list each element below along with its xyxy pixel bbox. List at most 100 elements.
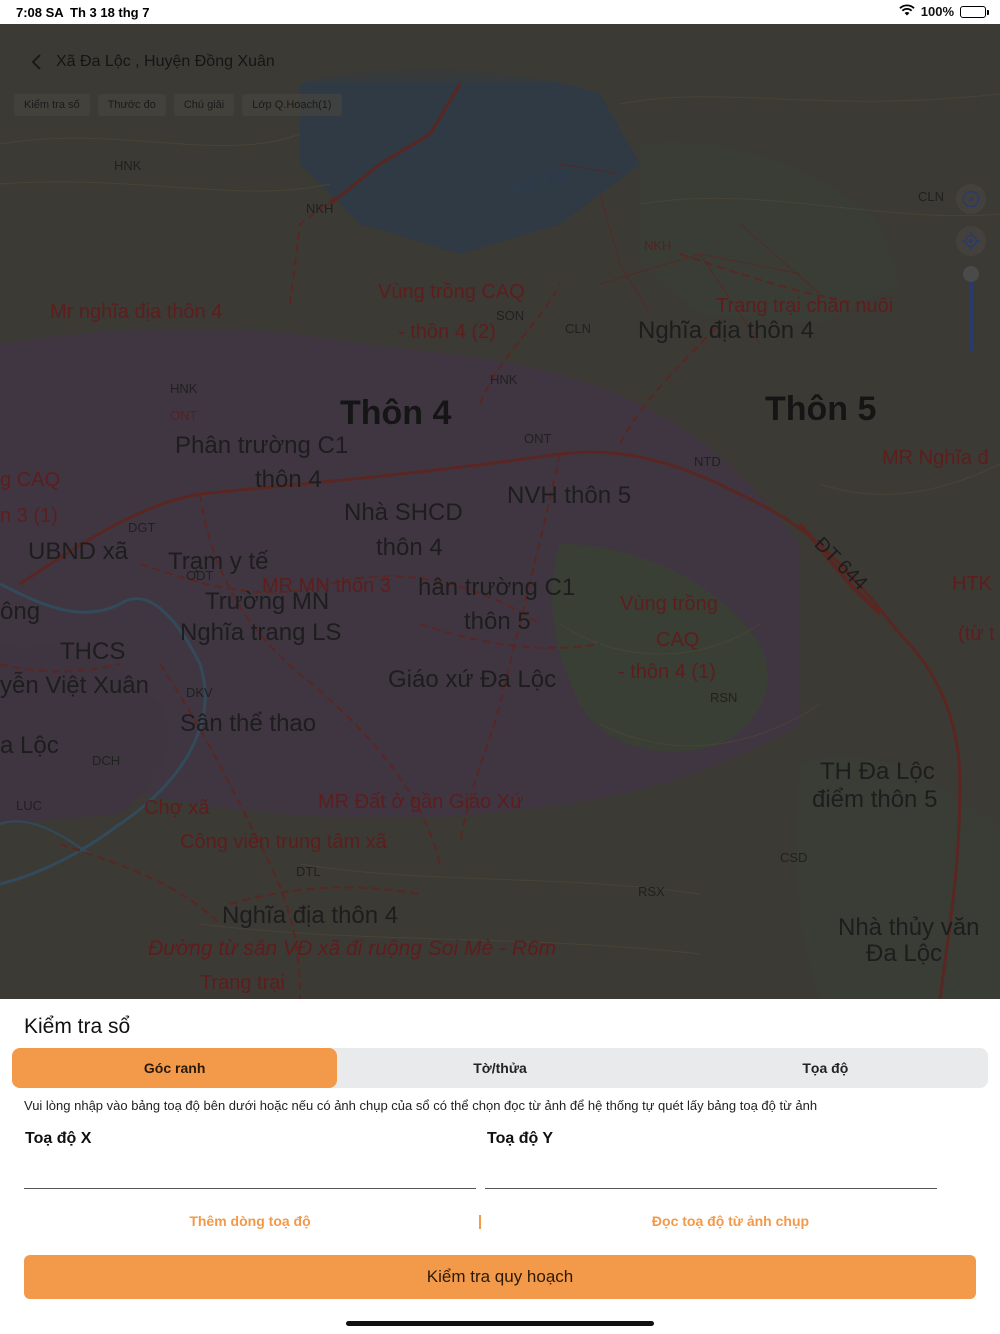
map-code: NKH	[644, 238, 672, 253]
add-coordinate-row-link[interactable]: Thêm dòng toạ độ	[24, 1213, 476, 1229]
map-code: LUC	[16, 798, 43, 813]
chevron-left-icon[interactable]	[26, 52, 46, 72]
map-label-mr-nghia-dia: Mr nghĩa địa thôn 4	[50, 301, 223, 323]
map-code: RSN	[710, 690, 738, 705]
mode-segmented-control: Góc ranh Tờ/thửa Tọa độ	[12, 1048, 988, 1088]
map-code: ODT	[186, 568, 214, 583]
tab-toa-do[interactable]: Tọa độ	[663, 1048, 988, 1088]
map-label-thon4: Thôn 4	[340, 394, 452, 432]
check-sheet: Kiểm tra sổ Góc ranh Tờ/thửa Tọa độ Vui …	[0, 999, 1000, 1334]
map-code: HNK	[170, 381, 198, 396]
battery-percent: 100%	[920, 4, 954, 19]
map-label-nghia-dia-top: Nghĩa địa thôn 4	[638, 317, 815, 344]
map-label-g-caq: g CAQ	[0, 469, 61, 491]
map-code: SON	[496, 308, 525, 323]
check-planning-button[interactable]: Kiểm tra quy hoạch	[24, 1255, 976, 1299]
map-label-caq: CAQ	[656, 629, 700, 651]
map-label-thcs: THCS	[60, 638, 126, 665]
home-indicator	[346, 1321, 654, 1326]
map-tools	[956, 184, 986, 352]
instruction-text: Vui lòng nhập vào bảng toạ độ bên dưới h…	[24, 1098, 818, 1113]
map-label-tu-t: (từ t	[958, 623, 995, 645]
map-label-nghia-trang: Nghĩa trang LS	[180, 619, 342, 646]
map-label-ubnd: UBND xã	[28, 538, 129, 565]
map-code: HNK	[114, 158, 142, 173]
zoom-slider[interactable]	[963, 266, 979, 352]
map-label-phan-truong: Phân trường C1	[175, 432, 349, 459]
map-toolbar: Kiểm tra số Thước đo Chú giải Lớp Q.Hoạc…	[14, 94, 342, 116]
map-label-thon5-b: thôn 5	[464, 608, 531, 635]
map-label-thon4-2: - thôn 4 (2)	[398, 321, 496, 343]
map-label-n3-1: n 3 (1)	[0, 505, 58, 527]
map-header: Xã Đa Lộc , Huyện Đồng Xuân	[12, 42, 988, 82]
map-code: CSD	[780, 850, 808, 865]
map-label-th-da-loc: TH Đa Lộc	[820, 758, 935, 785]
map-code: NTD	[694, 454, 721, 469]
x-coordinate-input[interactable]	[24, 1159, 476, 1189]
link-divider	[479, 1215, 481, 1229]
map-label-htk: HTK	[952, 573, 992, 595]
map-label-da-loc-left: a Lộc	[0, 732, 59, 759]
y-coordinate-input[interactable]	[485, 1159, 937, 1189]
map-label-trang-trai: Trang trại chăn nuôi	[716, 295, 894, 317]
tab-goc-ranh[interactable]: Góc ranh	[12, 1048, 338, 1088]
map-label-vung-trong: Vùng trồng	[620, 593, 718, 615]
map-label-cong-vien: Công viên trung tâm xã	[180, 831, 387, 853]
map-label-duong-tu-san: Đường từ sân VĐ xã đi ruộng Soi Mè - R6m	[148, 937, 557, 960]
map-code: DKV	[186, 685, 213, 700]
map-label-giao-xu: Giáo xứ Đa Lộc	[388, 666, 557, 693]
map-code: ONT	[170, 408, 198, 423]
map-base-layer	[0, 24, 1000, 999]
x-coordinate-label: Toạ độ X	[25, 1130, 92, 1147]
map-label-nvh-thon5: NVH thôn 5	[507, 482, 632, 509]
status-right: 100%	[899, 4, 989, 19]
map-label-mr-mn: MR MN thôn 3	[262, 575, 391, 597]
map-label-thon4-a: thôn 4	[255, 466, 322, 493]
map-code: DTL	[296, 864, 321, 879]
map-label-vung-trong-caq: Vùng trồng CAQ	[378, 281, 525, 303]
locate-icon[interactable]	[956, 226, 986, 256]
map-code: CLN	[565, 321, 592, 336]
y-coordinate-label: Toạ độ Y	[487, 1130, 554, 1147]
wifi-icon	[899, 4, 915, 19]
map-label-san-the-thao: Sân thể thao	[180, 710, 317, 737]
map-label-nguyen-viet-xuan: yễn Việt Xuân	[0, 672, 150, 699]
map-label-thon5: Thôn 5	[765, 390, 877, 428]
map-label-diem-thon5: điểm thôn 5	[812, 786, 938, 813]
map-label-mr-dat-o: MR Đất ở gần Giáo Xứ	[318, 791, 524, 813]
map-label-nghia-dia: Nghĩa địa thôn 4	[222, 902, 399, 929]
map-label-cho-xa: Chợ xã	[144, 797, 210, 819]
map-code: DCH	[92, 753, 121, 768]
tab-chu-giai[interactable]: Chú giải	[173, 94, 235, 116]
map-label-tram-y-te: Trạm y tế	[168, 548, 269, 575]
tab-kiem-tra-so[interactable]: Kiểm tra số	[14, 94, 90, 116]
map-label-thon4-1: - thôn 4 (1)	[618, 661, 716, 683]
map-label-ong: ông	[0, 598, 41, 625]
tab-lop-quy-hoach[interactable]: Lớp Q.Hoạch(1)	[242, 94, 342, 116]
tab-to-thua[interactable]: Tờ/thửa	[337, 1048, 662, 1088]
map-label-mr-nghia: MR Nghĩa đ	[882, 447, 989, 469]
map-label-phan-truong-b: hân trường C1	[418, 574, 576, 601]
map-code: DGT	[128, 520, 156, 535]
map-label-trang-trai-b: Trang trại	[200, 972, 285, 994]
map-code: CLN	[918, 189, 945, 204]
status-date: Th 3 18 thg 7	[70, 5, 150, 20]
map-code: HNK	[490, 372, 518, 387]
sheet-title: Kiểm tra sổ	[24, 1015, 131, 1038]
battery-icon	[960, 5, 989, 18]
map-label-nha-thuy-van: Nhà thủy văn	[838, 914, 980, 941]
map-label-da-loc: Đa Lộc	[866, 940, 943, 967]
tab-thuoc-do[interactable]: Thước đo	[97, 94, 166, 116]
map-code: RSX	[638, 884, 665, 899]
map-code: ONT	[524, 431, 552, 446]
map-label-thon4-b: thôn 4	[376, 534, 443, 561]
map-code: NKH	[306, 201, 334, 216]
read-from-photo-link[interactable]: Đọc toạ độ từ ảnh chụp	[485, 1213, 976, 1229]
zoom-slider-handle[interactable]	[963, 266, 979, 282]
planning-map[interactable]: Thôn 4 Thôn 5 Phân trường C1 thôn 4 Nhà …	[0, 24, 1000, 999]
map-label-nha-shcd: Nhà SHCD	[344, 499, 463, 526]
status-bar: 7:08 SA Th 3 18 thg 7 100%	[0, 0, 1000, 24]
status-time: 7:08 SA	[16, 5, 64, 20]
map-header-title: Xã Đa Lộc , Huyện Đồng Xuân	[56, 53, 275, 70]
compass-icon[interactable]	[956, 184, 986, 214]
